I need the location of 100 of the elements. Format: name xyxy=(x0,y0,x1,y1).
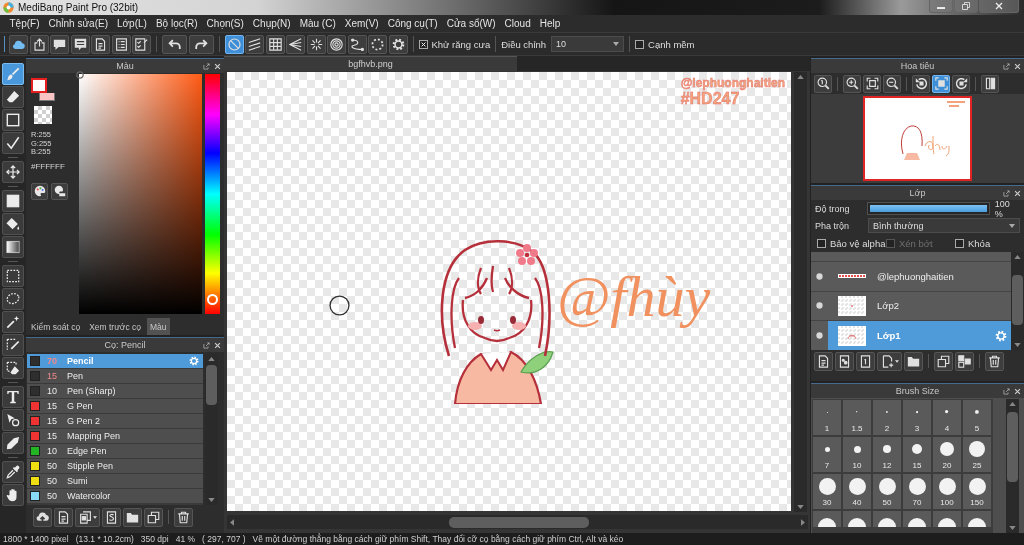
brush-row[interactable]: 10 Edge Pen xyxy=(27,444,203,459)
brush-size-option[interactable] xyxy=(872,510,902,527)
filled-square-tool-button[interactable] xyxy=(2,190,24,212)
eyedropper-tool-button[interactable] xyxy=(2,461,24,483)
folder-button[interactable] xyxy=(904,351,923,371)
hue-handle[interactable] xyxy=(207,293,218,305)
folder-button[interactable] xyxy=(123,507,142,527)
brush-size-option[interactable] xyxy=(962,510,992,527)
menu-item[interactable]: Màu (C) xyxy=(298,18,338,29)
trash-button[interactable] xyxy=(985,351,1004,371)
gradient-tool-button[interactable] xyxy=(2,236,24,258)
menu-item[interactable]: Help xyxy=(538,18,562,29)
brush-size-option[interactable]: 25 xyxy=(962,436,992,473)
gear-icon[interactable] xyxy=(995,329,1007,342)
speech-bubble-button[interactable] xyxy=(50,34,69,54)
flip-button[interactable] xyxy=(981,74,999,93)
hand-tool-button[interactable] xyxy=(2,484,24,506)
brush-size-option[interactable] xyxy=(812,510,842,527)
antialias-checkbox[interactable] xyxy=(418,39,428,49)
magic-wand-tool-button[interactable] xyxy=(2,311,24,333)
duplicate-button[interactable] xyxy=(144,507,163,527)
zoom-actual-button[interactable] xyxy=(814,74,832,93)
brush-size-option[interactable]: 7 xyxy=(812,436,842,473)
brush-size-option[interactable] xyxy=(932,510,962,527)
undo-button[interactable] xyxy=(162,34,187,54)
dotted-circle-button[interactable] xyxy=(368,34,387,54)
pop-out-icon[interactable] xyxy=(1003,62,1010,70)
menu-item[interactable]: Công cụ(T) xyxy=(386,18,440,29)
comment-button[interactable] xyxy=(70,34,90,54)
zoom-out-button[interactable] xyxy=(883,74,901,93)
checklist-button[interactable] xyxy=(132,34,151,54)
eraser-tool-button[interactable] xyxy=(2,86,24,108)
numbered-document-button[interactable] xyxy=(856,351,875,371)
radial-lines-button[interactable] xyxy=(306,34,326,54)
text-tool-button[interactable] xyxy=(2,386,24,408)
move-tool-button[interactable] xyxy=(2,161,24,183)
close-icon[interactable] xyxy=(1014,62,1021,70)
brush-size-option[interactable]: 40 xyxy=(842,473,872,510)
visibility-dot-icon[interactable] xyxy=(816,272,823,280)
document-copy-button[interactable] xyxy=(75,507,100,527)
menu-item[interactable]: Cửa sổ(W) xyxy=(445,18,498,29)
rotate-left-button[interactable] xyxy=(912,74,930,93)
scrollbar-thumb[interactable] xyxy=(1007,412,1018,482)
menu-item[interactable]: Xem(V) xyxy=(343,18,381,29)
document-button[interactable] xyxy=(54,507,73,527)
halftone-document-button[interactable] xyxy=(835,351,854,371)
foreground-color-swatch[interactable] xyxy=(31,78,47,93)
lasso-tool-button[interactable] xyxy=(2,288,24,310)
cloud-download-button[interactable] xyxy=(33,507,52,527)
canvas-preview-drawing[interactable] xyxy=(863,96,972,181)
palette-brush-button[interactable] xyxy=(51,182,68,200)
brush-size-option[interactable]: 150 xyxy=(962,473,992,510)
correction-dropdown[interactable]: 10 xyxy=(551,36,625,52)
brush-row[interactable]: 15 Mapping Pen xyxy=(27,429,203,444)
menu-item[interactable]: Chụp(N) xyxy=(251,18,293,29)
merge-button[interactable] xyxy=(955,351,974,371)
close-window-button[interactable] xyxy=(979,0,1019,13)
rotate-right-button[interactable] xyxy=(952,74,970,93)
scrollbar-thumb[interactable] xyxy=(206,365,217,405)
zoom-in-button[interactable] xyxy=(843,74,861,93)
horizontal-scrollbar[interactable] xyxy=(227,515,808,529)
brush-size-option[interactable]: 1.5 xyxy=(842,399,872,436)
brush-size-option[interactable]: 10 xyxy=(842,436,872,473)
brush-size-option[interactable] xyxy=(842,510,872,527)
brush-size-option[interactable]: 12 xyxy=(872,436,902,473)
vertical-scrollbar[interactable] xyxy=(1006,399,1019,533)
menu-item[interactable]: Cloud xyxy=(503,18,533,29)
document-button[interactable] xyxy=(91,34,110,54)
brush-size-option[interactable]: 1 xyxy=(812,399,842,436)
cloud-button[interactable] xyxy=(9,34,28,54)
square-outline-tool-button[interactable] xyxy=(2,109,24,131)
curve-button[interactable] xyxy=(347,34,367,54)
select-eraser-tool-button[interactable] xyxy=(2,357,24,379)
saturation-value-field[interactable] xyxy=(79,74,202,314)
menu-item[interactable]: Chọn(S) xyxy=(205,18,246,29)
script-document-button[interactable] xyxy=(102,507,121,527)
transparent-color-swatch[interactable] xyxy=(34,106,52,124)
brush-size-option[interactable]: 3 xyxy=(902,399,932,436)
pop-out-icon[interactable] xyxy=(1003,387,1010,395)
rectangle-select-tool-button[interactable] xyxy=(2,265,24,287)
layer-row[interactable]: Lớp2 xyxy=(828,291,1011,321)
duplicate-button[interactable] xyxy=(934,351,953,371)
layer-option-checkbox[interactable] xyxy=(817,238,826,248)
concentric-circles-button[interactable] xyxy=(327,34,346,54)
trash-button[interactable] xyxy=(174,507,193,527)
brush-row[interactable]: 50 Stipple Pen xyxy=(27,459,203,474)
blend-mode-dropdown[interactable]: Bình thường xyxy=(868,218,1020,233)
brush-size-option[interactable]: 2 xyxy=(872,399,902,436)
panel-tab[interactable]: Màu xyxy=(147,318,170,335)
pop-out-icon[interactable] xyxy=(203,62,210,70)
brush-size-option[interactable]: 4 xyxy=(932,399,962,436)
brush-row[interactable]: 15 G Pen xyxy=(27,399,203,414)
snap-off-button[interactable] xyxy=(224,34,244,54)
fit-screen-button[interactable] xyxy=(932,74,950,93)
redo-button[interactable] xyxy=(188,34,214,54)
brush-size-option[interactable]: 50 xyxy=(872,473,902,510)
brush-size-option[interactable]: 30 xyxy=(812,473,842,510)
visibility-dot-icon[interactable] xyxy=(816,332,823,340)
grid-button[interactable] xyxy=(265,34,285,54)
list-button[interactable] xyxy=(111,34,131,54)
